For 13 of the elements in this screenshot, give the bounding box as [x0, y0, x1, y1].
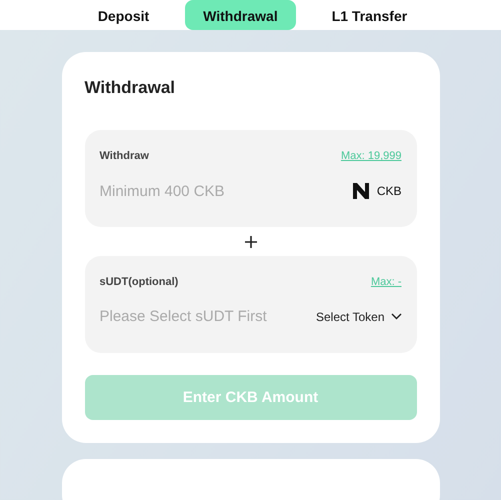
token-select[interactable]: Select Token [316, 310, 402, 324]
tab[interactable]: L1 Transfer [314, 0, 426, 30]
tab[interactable]: Deposit [80, 0, 168, 30]
chevron-down-icon [390, 313, 402, 320]
plus-icon [244, 236, 256, 248]
amount-input[interactable]: Minimum 400 CKB [100, 182, 300, 200]
card-title: Withdrawal [84, 78, 176, 98]
token-logo-icon [352, 182, 370, 200]
field-label: Withdraw [100, 150, 149, 162]
tab[interactable]: Withdrawal [185, 0, 296, 30]
amount-input[interactable]: Please Select sUDT First [100, 308, 300, 325]
token-name: CKB [376, 184, 402, 198]
field-label: sUDT(optional) [100, 276, 178, 288]
